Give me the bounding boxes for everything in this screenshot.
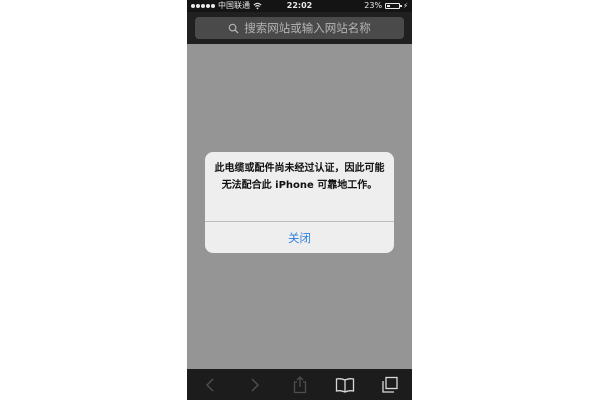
address-bar: 搜索网站或输入网站名称 [187, 12, 412, 44]
status-bar: 中国联通 22:02 23% ⚡ [187, 0, 412, 12]
bookmarks-icon [335, 377, 354, 393]
search-input[interactable]: 搜索网站或输入网站名称 [195, 17, 404, 39]
charging-icon: ⚡ [403, 2, 408, 10]
close-button[interactable]: 关闭 [205, 222, 394, 253]
bookmarks-button[interactable] [333, 373, 357, 397]
share-button[interactable] [288, 373, 312, 397]
tabs-icon [381, 376, 398, 393]
search-icon [228, 23, 239, 34]
battery-icon [385, 3, 403, 9]
phone-screen: 中国联通 22:02 23% ⚡ 搜索网站或输入网站名称 此电缆或配件尚未经过认… [187, 0, 412, 400]
back-icon [205, 377, 214, 392]
alert-dialog: 此电缆或配件尚未经过认证，因此可能无法配合此 iPhone 可靠地工作。 关闭 [205, 152, 394, 253]
forward-icon [250, 377, 259, 392]
search-placeholder: 搜索网站或输入网站名称 [244, 21, 371, 35]
back-button[interactable] [198, 373, 222, 397]
forward-button[interactable] [243, 373, 267, 397]
bottom-toolbar [187, 369, 412, 400]
battery-percentage: 23% [364, 1, 383, 10]
tabs-button[interactable] [378, 373, 402, 397]
share-icon [293, 375, 306, 393]
alert-message: 此电缆或配件尚未经过认证，因此可能无法配合此 iPhone 可靠地工作。 [214, 163, 385, 191]
battery-level [387, 5, 391, 7]
status-right: 23% ⚡ [364, 0, 408, 12]
